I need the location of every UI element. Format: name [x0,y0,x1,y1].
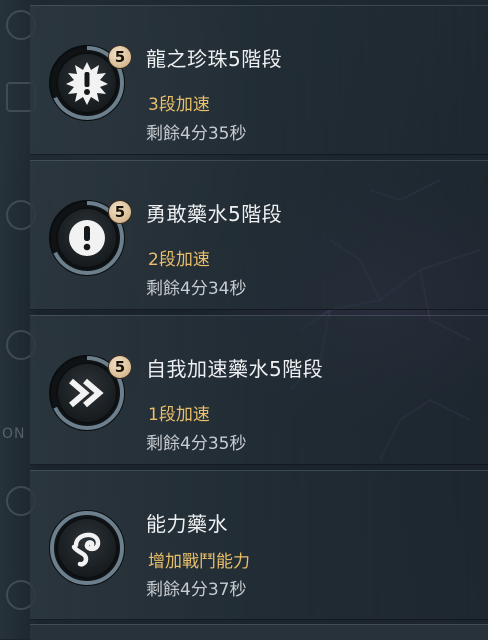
exclamation-icon [56,207,118,269]
buff-remaining-time: 剩餘4分35秒 [146,434,247,454]
swirl-icon [56,517,118,579]
buff-card[interactable]: 5 龍之珍珠5階段 3段加速 剩餘4分35秒 [30,5,488,155]
buff-effect: 3段加速 [148,95,210,115]
buff-icon-wrap: 5 [46,197,131,279]
buff-list: 5 龍之珍珠5階段 3段加速 剩餘4分35秒 5 勇敢藥水5階段 2段加速 剩餘… [30,0,488,639]
sidebar-toggle-on[interactable]: ON [2,426,26,442]
buff-card[interactable]: 5 勇敢藥水5階段 2段加速 剩餘4分34秒 [30,160,488,310]
buff-title: 能力藥水 [146,512,228,536]
buff-card[interactable]: 能力藥水 增加戰鬥能力 剩餘4分37秒 [30,470,488,620]
level-badge: 5 [109,46,131,68]
level-badge: 5 [109,201,131,223]
buff-effect: 1段加速 [148,405,210,425]
buff-remaining-time: 剩餘4分34秒 [146,279,247,299]
buff-title: 自我加速藥水5階段 [146,357,324,381]
buff-effect: 2段加速 [148,250,210,270]
buff-title: 勇敢藥水5階段 [146,202,283,226]
buff-remaining-time: 剩餘4分35秒 [146,124,247,144]
buff-icon-wrap: 5 [46,352,131,434]
buff-effect: 增加戰鬥能力 [148,552,250,572]
next-buff-card-edge [30,624,488,640]
spiky-exclamation-icon [56,52,118,114]
level-badge: 5 [109,356,131,378]
buff-icon-wrap [46,507,128,589]
double-chevron-icon [56,362,118,424]
buff-icon-wrap: 5 [46,42,131,124]
buff-card[interactable]: 5 自我加速藥水5階段 1段加速 剩餘4分35秒 [30,315,488,465]
buff-title: 龍之珍珠5階段 [146,47,283,71]
buff-remaining-time: 剩餘4分37秒 [146,580,247,600]
